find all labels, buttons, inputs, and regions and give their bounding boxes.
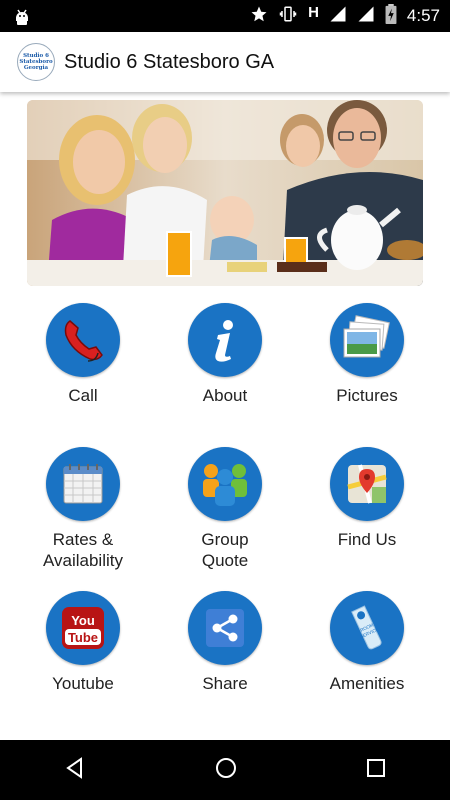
info-icon <box>188 303 262 377</box>
photos-icon <box>330 303 404 377</box>
phone-icon <box>46 303 120 377</box>
group-icon <box>188 447 262 521</box>
signal-icon-2 <box>357 5 375 28</box>
signal-icon <box>329 5 347 28</box>
menu-item-amenities[interactable]: ROOM SERVICE Amenities <box>297 591 437 694</box>
menu-item-share[interactable]: Share <box>155 591 295 694</box>
calendar-icon <box>46 447 120 521</box>
clock: 4:57 <box>406 6 440 25</box>
home-button[interactable] <box>214 756 238 785</box>
android-notification-icon <box>12 6 32 31</box>
menu-item-label: Pictures <box>336 386 398 405</box>
menu-item-find-us[interactable]: Find Us <box>297 447 437 550</box>
star-icon <box>250 5 268 28</box>
page-title: Studio 6 Statesboro GA <box>64 50 275 73</box>
vibrate-icon <box>278 5 298 28</box>
network-type-indicator: H <box>308 3 319 21</box>
menu-item-label: Group Quote <box>201 530 249 570</box>
menu-item-label: Amenities <box>329 674 405 693</box>
app-logo: Studio 6 Statesboro Georgia <box>17 43 55 81</box>
menu-item-label: Rates & Availability <box>42 530 123 570</box>
menu-item-group-quote[interactable]: Group Quote <box>155 447 295 571</box>
recents-button[interactable] <box>365 757 387 784</box>
app-bar: Studio 6 Statesboro Georgia Studio 6 Sta… <box>0 32 450 92</box>
menu-item-about[interactable]: About <box>155 303 295 406</box>
menu-item-pictures[interactable]: Pictures <box>297 303 437 406</box>
battery-icon <box>385 3 397 29</box>
menu-item-label: Youtube <box>52 674 114 693</box>
menu-item-label: Share <box>202 674 248 693</box>
youtube-icon: You Tube <box>46 591 120 665</box>
menu-item-label: About <box>202 386 248 405</box>
menu-item-label: Find Us <box>337 530 397 549</box>
map-icon <box>330 447 404 521</box>
share-icon <box>188 591 262 665</box>
menu-item-label: Call <box>68 386 98 405</box>
back-button[interactable] <box>63 756 87 785</box>
navigation-bar <box>0 740 450 800</box>
menu-item-call[interactable]: Call <box>13 303 153 406</box>
menu-item-rates-availability[interactable]: Rates & Availability <box>13 447 153 571</box>
youtube-logo-tube: Tube <box>68 630 98 645</box>
status-bar: H 4:57 <box>0 0 450 32</box>
room-service-tag-icon: ROOM SERVICE <box>330 591 404 665</box>
menu-item-youtube[interactable]: You Tube Youtube <box>13 591 153 694</box>
hero-family-photo <box>27 100 423 286</box>
youtube-logo-you: You <box>71 613 95 628</box>
